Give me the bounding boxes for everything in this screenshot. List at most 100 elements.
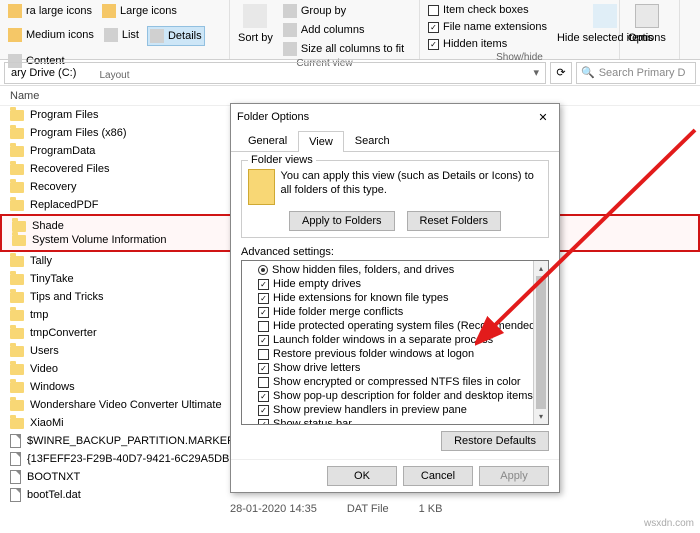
view-large[interactable]: Large icons [100,2,179,20]
folder-icon [10,418,24,429]
advanced-option[interactable]: Hide extensions for known file types [258,291,546,305]
dialog-title: Folder Options [237,111,309,123]
file-icon [10,434,21,448]
refresh-icon: ⟳ [556,66,565,79]
cancel-button[interactable]: Cancel [403,466,473,486]
dialog-tabs: General View Search [231,130,559,152]
apply-button[interactable]: Apply [479,466,549,486]
checkbox-icon [428,39,439,50]
option-label: Show hidden files, folders, and drives [272,264,454,276]
folder-name: Program Files (x86) [30,127,127,139]
checkbox-icon [258,279,269,290]
add-columns-button[interactable]: Add columns [281,21,406,39]
advanced-option[interactable]: Show pop-up description for folder and d… [258,389,546,403]
scrollbar[interactable]: ▴▾ [533,261,548,424]
ribbon: ra large icons Large icons Medium icons … [0,0,700,60]
status-row: 28-01-2020 14:35DAT File1 KB [230,503,442,515]
checkbox-icon [258,307,269,318]
close-button[interactable]: ✕ [533,107,553,127]
hide-icon [593,4,617,28]
advanced-option[interactable]: Show drive letters [258,361,546,375]
path-box[interactable]: ary Drive (C:)▾ [4,62,546,84]
advanced-settings-list[interactable]: Show hidden files, folders, and drives Hi… [241,260,549,425]
folder-name: ProgramData [30,145,95,157]
folder-icon [10,364,24,375]
folder-name: tmp [30,309,48,321]
folder-name[interactable]: System Volume Information [32,234,167,246]
options-button[interactable]: Options [626,2,668,46]
advanced-option[interactable]: Launch folder windows in a separate proc… [258,333,546,347]
advanced-option[interactable]: Show status bar [258,417,546,425]
item-checkboxes-toggle[interactable]: Item check boxes [426,2,549,18]
advanced-option[interactable]: Hide folder merge conflicts [258,305,546,319]
view-medium[interactable]: Medium icons [6,26,96,44]
advanced-option[interactable]: Show preview handlers in preview pane [258,403,546,417]
ok-button[interactable]: OK [327,466,397,486]
fit-icon [283,42,297,56]
checkbox-icon [258,391,269,402]
checkbox-icon [258,405,269,416]
folder-name: ReplacedPDF [30,199,98,211]
advanced-option[interactable]: Hide empty drives [258,277,546,291]
view-details[interactable]: Details [147,26,205,46]
folder-name: Tally [30,255,52,267]
tab-search[interactable]: Search [344,130,401,151]
folder-icon [10,274,24,285]
scroll-up-icon: ▴ [534,261,548,276]
folder-icon [10,400,24,411]
file-name: BOOTNXT [27,471,80,483]
view-xlarge[interactable]: ra large icons [6,2,94,20]
folder-name[interactable]: Shade [32,220,64,232]
apply-to-folders-button[interactable]: Apply to Folders [289,211,394,231]
radio-icon [258,265,268,275]
hidden-items-toggle[interactable]: Hidden items [426,36,549,52]
checkbox-icon [428,5,439,16]
folder-icon [10,292,24,303]
folder-name: TinyTake [30,273,74,285]
sort-by-button[interactable]: Sort by [236,2,275,46]
folder-name: Windows [30,381,75,393]
advanced-option[interactable]: Restore previous folder windows at logon [258,347,546,361]
file-extensions-toggle[interactable]: File name extensions [426,19,549,35]
search-input[interactable]: 🔍Search Primary D [576,62,696,84]
search-icon: 🔍 [581,66,595,79]
sort-icon [243,4,267,28]
file-name: $WINRE_BACKUP_PARTITION.MARKER [27,435,235,447]
folder-icon [10,256,24,267]
refresh-button[interactable]: ⟳ [550,62,572,84]
option-label: Show drive letters [273,362,360,374]
folder-icon [10,110,24,121]
advanced-option[interactable]: Show hidden files, folders, and drives [258,263,546,277]
group-icon [283,4,297,18]
view-list[interactable]: List [102,26,141,44]
folder-icon [10,200,24,211]
folder-name: Tips and Tricks [30,291,104,303]
option-label: Hide empty drives [273,278,361,290]
advanced-option[interactable]: Show encrypted or compressed NTFS files … [258,375,546,389]
large-icon [102,4,116,18]
option-label: Show encrypted or compressed NTFS files … [273,376,521,388]
scroll-thumb [536,276,546,409]
folder-views-group: Folder views You can apply this view (su… [241,160,549,238]
restore-defaults-button[interactable]: Restore Defaults [441,431,549,451]
tab-general[interactable]: General [237,130,298,151]
option-label: Show pop-up description for folder and d… [273,390,533,402]
option-label: Show status bar [273,418,352,425]
tab-view[interactable]: View [298,131,344,152]
list-icon [104,28,118,42]
checkbox-icon [258,363,269,374]
checkbox-icon [258,321,269,332]
folder-views-text: You can apply this view (such as Details… [281,169,543,205]
folder-icon [12,221,26,232]
advanced-option[interactable]: Hide protected operating system files (R… [258,319,546,333]
group-by-button[interactable]: Group by [281,2,406,20]
file-name: bootTel.dat [27,489,81,501]
scroll-down-icon: ▾ [534,409,548,424]
folder-views-icon [248,169,275,205]
checkbox-icon [258,419,269,426]
addcols-icon [283,23,297,37]
reset-folders-button[interactable]: Reset Folders [407,211,501,231]
folder-name: Video [30,363,58,375]
fit-columns-button[interactable]: Size all columns to fit [281,40,406,58]
option-label: Show preview handlers in preview pane [273,404,467,416]
